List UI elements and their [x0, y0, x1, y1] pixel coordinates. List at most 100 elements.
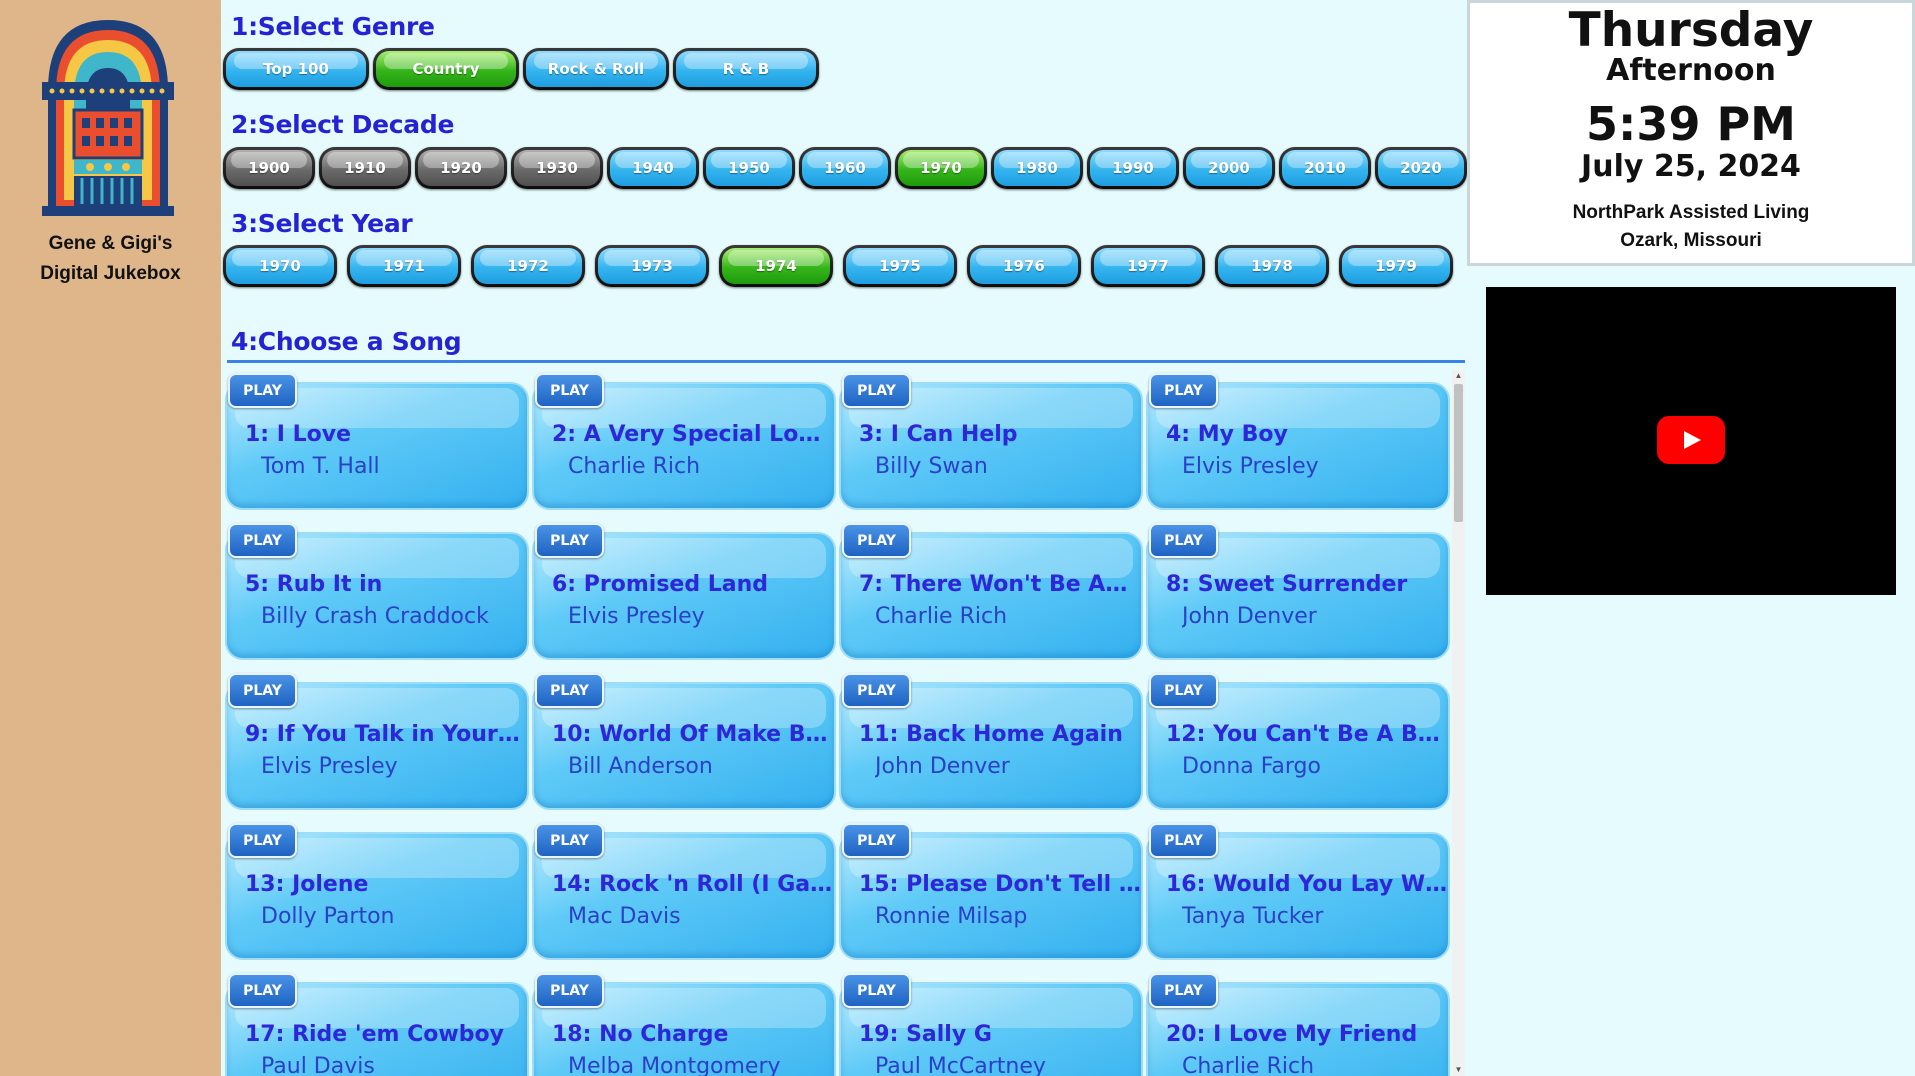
decade-button-1980[interactable]: 1980: [991, 147, 1083, 189]
youtube-play-icon[interactable]: [1657, 416, 1725, 464]
year-button-1978[interactable]: 1978: [1215, 245, 1329, 287]
decade-button-1970[interactable]: 1970: [895, 147, 987, 189]
song-list-scrollbar[interactable]: ▲ ▼: [1452, 370, 1465, 1076]
song-list[interactable]: PLAY 1: I Love Tom T. Hall PLAY 2: A Very Sp…: [221, 366, 1465, 1076]
song-card[interactable]: PLAY 4: My Boy Elvis Presley: [1146, 370, 1450, 510]
year-button-1975[interactable]: 1975: [843, 245, 957, 287]
play-button[interactable]: PLAY: [1149, 373, 1218, 408]
song-card[interactable]: PLAY 12: You Can't Be A Bea... Donna Fargo: [1146, 670, 1450, 810]
song-title: 8: Sweet Surrender: [1166, 572, 1408, 597]
song-card[interactable]: PLAY 11: Back Home Again John Denver: [839, 670, 1143, 810]
play-button[interactable]: PLAY: [228, 523, 297, 558]
play-button[interactable]: PLAY: [842, 973, 911, 1008]
play-button[interactable]: PLAY: [228, 823, 297, 858]
play-button[interactable]: PLAY: [535, 673, 604, 708]
play-button[interactable]: PLAY: [842, 373, 911, 408]
song-card[interactable]: PLAY 3: I Can Help Billy Swan: [839, 370, 1143, 510]
decade-button-1910[interactable]: 1910: [319, 147, 411, 189]
year-button-1979[interactable]: 1979: [1339, 245, 1453, 287]
decade-button-2020[interactable]: 2020: [1375, 147, 1467, 189]
year-button-1976[interactable]: 1976: [967, 245, 1081, 287]
play-button[interactable]: PLAY: [535, 373, 604, 408]
song-card[interactable]: PLAY 19: Sally G Paul McCartney: [839, 970, 1143, 1076]
decade-button-2010-face: 2010: [1282, 150, 1368, 186]
song-title: 17: Ride 'em Cowboy: [245, 1022, 504, 1047]
song-card[interactable]: PLAY 13: Jolene Dolly Parton: [225, 820, 529, 960]
song-card[interactable]: PLAY 14: Rock 'n Roll (I Gave... Mac Davis: [532, 820, 836, 960]
song-title: 11: Back Home Again: [859, 722, 1123, 747]
song-artist: Bill Anderson: [568, 754, 713, 779]
genre-button-country[interactable]: Country: [373, 48, 519, 90]
song-card[interactable]: PLAY 7: There Won't Be Any... Charlie Rich: [839, 520, 1143, 660]
year-button-1974-label: 1974: [755, 257, 797, 275]
play-button[interactable]: PLAY: [1149, 523, 1218, 558]
decade-button-1940[interactable]: 1940: [607, 147, 699, 189]
song-card[interactable]: PLAY 5: Rub It in Billy Crash Craddock: [225, 520, 529, 660]
decade-button-1920-label: 1920: [440, 159, 482, 177]
year-button-1970[interactable]: 1970: [223, 245, 337, 287]
scroll-up-arrow-icon[interactable]: ▲: [1452, 370, 1465, 382]
time-of-day: Afternoon: [1606, 53, 1776, 88]
play-button[interactable]: PLAY: [535, 523, 604, 558]
song-card[interactable]: PLAY 6: Promised Land Elvis Presley: [532, 520, 836, 660]
decade-button-2000-label: 2000: [1208, 159, 1250, 177]
decade-button-1990-face: 1990: [1090, 150, 1176, 186]
song-card[interactable]: PLAY 1: I Love Tom T. Hall: [225, 370, 529, 510]
clock-panel: Thursday Afternoon 5:39 PM July 25, 2024…: [1467, 0, 1915, 266]
decade-button-1950[interactable]: 1950: [703, 147, 795, 189]
decade-button-1930[interactable]: 1930: [511, 147, 603, 189]
song-title: 1: I Love: [245, 422, 352, 447]
video-player[interactable]: [1486, 287, 1896, 595]
song-card[interactable]: PLAY 8: Sweet Surrender John Denver: [1146, 520, 1450, 660]
year-button-1971[interactable]: 1971: [347, 245, 461, 287]
decade-button-1900[interactable]: 1900: [223, 147, 315, 189]
genre-button-r-b-face: R & B: [676, 51, 816, 87]
song-card[interactable]: PLAY 9: If You Talk in Your Sl... Elvis Pr…: [225, 670, 529, 810]
scroll-thumb[interactable]: [1454, 384, 1463, 522]
song-artist: Paul McCartney: [875, 1054, 1046, 1076]
year-button-1977[interactable]: 1977: [1091, 245, 1205, 287]
play-button[interactable]: PLAY: [228, 373, 297, 408]
genre-button-country-face: Country: [376, 51, 516, 87]
song-title: 9: If You Talk in Your Sl...: [245, 722, 527, 747]
play-button[interactable]: PLAY: [842, 523, 911, 558]
play-button[interactable]: PLAY: [535, 823, 604, 858]
year-button-1979-label: 1979: [1375, 257, 1417, 275]
song-card[interactable]: PLAY 17: Ride 'em Cowboy Paul Davis: [225, 970, 529, 1076]
song-artist: Elvis Presley: [1182, 454, 1319, 479]
genre-button-rock-roll[interactable]: Rock & Roll: [523, 48, 669, 90]
genre-button-r-b[interactable]: R & B: [673, 48, 819, 90]
year-button-1972[interactable]: 1972: [471, 245, 585, 287]
play-button[interactable]: PLAY: [1149, 973, 1218, 1008]
play-button[interactable]: PLAY: [228, 673, 297, 708]
song-card[interactable]: PLAY 18: No Charge Melba Montgomery: [532, 970, 836, 1076]
song-card[interactable]: PLAY 10: World Of Make Bel... Bill Anderso…: [532, 670, 836, 810]
decade-button-2010[interactable]: 2010: [1279, 147, 1371, 189]
play-button[interactable]: PLAY: [228, 973, 297, 1008]
year-button-1977-label: 1977: [1127, 257, 1169, 275]
decade-button-1960[interactable]: 1960: [799, 147, 891, 189]
decade-button-1920[interactable]: 1920: [415, 147, 507, 189]
year-button-1974[interactable]: 1974: [719, 245, 833, 287]
scroll-down-arrow-icon[interactable]: ▼: [1452, 1064, 1465, 1076]
site-name-line2: Digital Jukebox: [40, 263, 181, 284]
song-card[interactable]: PLAY 20: I Love My Friend Charlie Rich: [1146, 970, 1450, 1076]
song-card[interactable]: PLAY 2: A Very Special Love ... Charlie Ri…: [532, 370, 836, 510]
genre-button-top-100[interactable]: Top 100: [223, 48, 369, 90]
song-artist: Tanya Tucker: [1182, 904, 1324, 929]
play-button[interactable]: PLAY: [842, 673, 911, 708]
play-button[interactable]: PLAY: [535, 973, 604, 1008]
play-button[interactable]: PLAY: [842, 823, 911, 858]
song-card[interactable]: PLAY 16: Would You Lay Wit... Tanya Tucker: [1146, 820, 1450, 960]
play-button[interactable]: PLAY: [1149, 823, 1218, 858]
song-title: 12: You Can't Be A Bea...: [1166, 722, 1448, 747]
song-card[interactable]: PLAY 15: Please Don't Tell M... Ronnie Mil…: [839, 820, 1143, 960]
year-button-1971-label: 1971: [383, 257, 425, 275]
play-button[interactable]: PLAY: [1149, 673, 1218, 708]
decade-button-1990[interactable]: 1990: [1087, 147, 1179, 189]
year-button-1974-face: 1974: [722, 248, 830, 284]
year-button-1973[interactable]: 1973: [595, 245, 709, 287]
year-button-1971-face: 1971: [350, 248, 458, 284]
decade-button-2010-label: 2010: [1304, 159, 1346, 177]
decade-button-2000[interactable]: 2000: [1183, 147, 1275, 189]
